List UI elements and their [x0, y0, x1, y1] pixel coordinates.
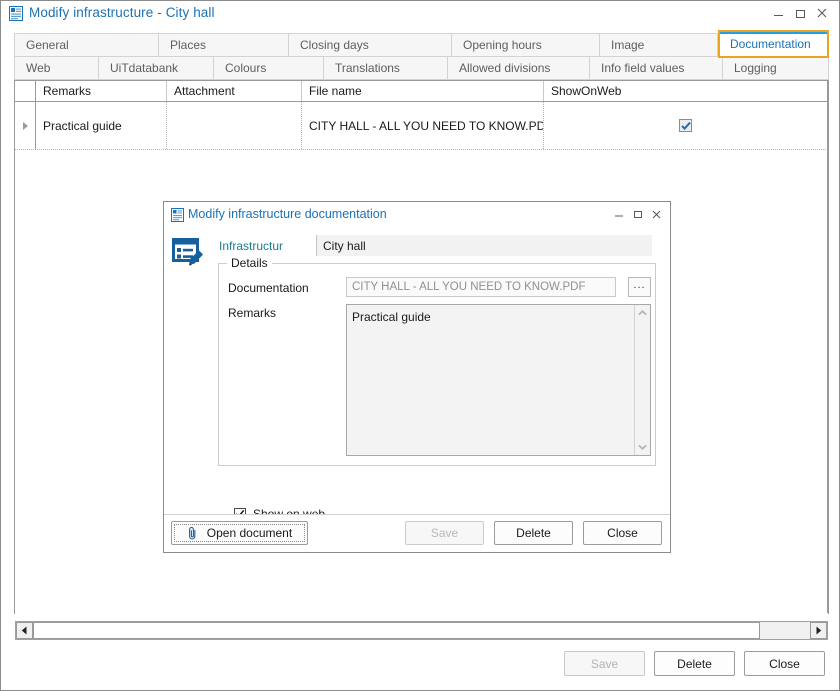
grid-header-row: Remarks Attachment File name ShowOnWeb	[15, 81, 828, 102]
documentation-input[interactable]: CITY HALL - ALL YOU NEED TO KNOW.PDF	[346, 277, 616, 297]
open-document-label: Open document	[207, 526, 292, 540]
scrollbar-track[interactable]	[33, 622, 810, 639]
open-document-button[interactable]: Open document	[171, 521, 308, 545]
maximize-icon[interactable]	[628, 205, 647, 223]
dialog-body: Infrastructur City hall Details Document…	[164, 228, 670, 517]
modify-infrastructure-window: Modify infrastructure - City hall Genera…	[0, 0, 840, 691]
dialog-titlebar: Modify infrastructure documentation	[164, 202, 670, 228]
tab-logging[interactable]: Logging	[723, 56, 829, 80]
close-icon[interactable]	[811, 3, 833, 23]
tab-row-2: Web UiTdatabank Colours Translations All…	[14, 56, 829, 80]
window-footer: Save Delete Close	[564, 651, 825, 676]
dialog-footer: Open document Save Delete Close	[164, 514, 670, 552]
tab-uitdatabank[interactable]: UiTdatabank	[99, 56, 214, 80]
scroll-up-icon[interactable]	[635, 306, 650, 320]
grid-header-file-name[interactable]: File name	[302, 81, 544, 101]
grid-edit-icon	[170, 237, 206, 270]
save-button[interactable]: Save	[564, 651, 645, 676]
cell-remarks: Practical guide	[36, 102, 167, 149]
remarks-textarea[interactable]: Practical guide	[346, 304, 651, 456]
tab-translations[interactable]: Translations	[324, 56, 448, 80]
dialog-close-button[interactable]: Close	[583, 521, 662, 545]
paperclip-icon	[187, 526, 198, 540]
maximize-icon[interactable]	[789, 3, 811, 23]
infrastructure-field: City hall	[316, 235, 652, 256]
remarks-value: Practical guide	[352, 310, 431, 324]
tab-web[interactable]: Web	[14, 56, 99, 80]
scroll-left-icon[interactable]	[16, 622, 33, 639]
grid-horizontal-scrollbar[interactable]	[15, 621, 828, 640]
page-title: Modify infrastructure - City hall	[29, 5, 215, 20]
documentation-browse-button[interactable]: ...	[628, 277, 651, 297]
dialog-window-controls	[609, 205, 666, 223]
tab-allowed-divisions[interactable]: Allowed divisions	[448, 56, 590, 80]
dialog-delete-button[interactable]: Delete	[494, 521, 573, 545]
row-indicator	[15, 102, 36, 149]
modify-documentation-dialog: Modify infrastructure documentation	[163, 201, 671, 553]
tab-places[interactable]: Places	[159, 33, 289, 57]
cell-show-on-web[interactable]	[544, 102, 827, 149]
window-controls	[767, 3, 833, 23]
details-legend: Details	[227, 256, 272, 270]
scrollbar-thumb[interactable]	[33, 622, 760, 639]
show-on-web-checkbox[interactable]	[679, 119, 692, 132]
scroll-down-icon[interactable]	[635, 440, 650, 454]
grid-header-remarks[interactable]: Remarks	[36, 81, 167, 101]
table-row[interactable]: Practical guide CITY HALL - ALL YOU NEED…	[15, 102, 828, 150]
row-selector-arrow-icon	[23, 122, 28, 130]
tab-strip: General Places Closing days Opening hour…	[14, 33, 829, 80]
tab-colours[interactable]: Colours	[214, 56, 324, 80]
window-titlebar: Modify infrastructure - City hall	[1, 1, 839, 27]
dialog-title: Modify infrastructure documentation	[188, 207, 387, 221]
tab-closing-days[interactable]: Closing days	[289, 33, 452, 57]
grid-right-border	[827, 81, 828, 613]
tab-image[interactable]: Image	[600, 33, 718, 57]
document-list-icon	[171, 208, 184, 222]
tab-opening-hours[interactable]: Opening hours	[452, 33, 600, 57]
tab-row-1: General Places Closing days Opening hour…	[14, 33, 829, 57]
tab-documentation[interactable]: Documentation	[718, 32, 829, 58]
remarks-label: Remarks	[228, 306, 276, 320]
scroll-right-icon[interactable]	[810, 622, 827, 639]
delete-button[interactable]: Delete	[654, 651, 735, 676]
grid-header-indicator	[15, 81, 36, 101]
document-list-icon	[9, 6, 23, 21]
infrastructure-label: Infrastructur	[219, 239, 283, 253]
close-button[interactable]: Close	[744, 651, 825, 676]
grid-header-show-on-web[interactable]: ShowOnWeb	[544, 81, 827, 101]
remarks-scrollbar[interactable]	[634, 305, 650, 455]
documentation-label: Documentation	[228, 281, 309, 295]
dialog-action-buttons: Save Delete Close	[405, 521, 662, 545]
cell-file-name: CITY HALL - ALL YOU NEED TO KNOW.PDF	[302, 102, 544, 149]
cell-attachment	[167, 102, 302, 149]
tab-info-field-values[interactable]: Info field values	[590, 56, 723, 80]
minimize-icon[interactable]	[609, 205, 628, 223]
minimize-icon[interactable]	[767, 3, 789, 23]
grid-header-attachment[interactable]: Attachment	[167, 81, 302, 101]
tab-general[interactable]: General	[14, 33, 159, 57]
dialog-save-button[interactable]: Save	[405, 521, 484, 545]
close-icon[interactable]	[647, 205, 666, 223]
